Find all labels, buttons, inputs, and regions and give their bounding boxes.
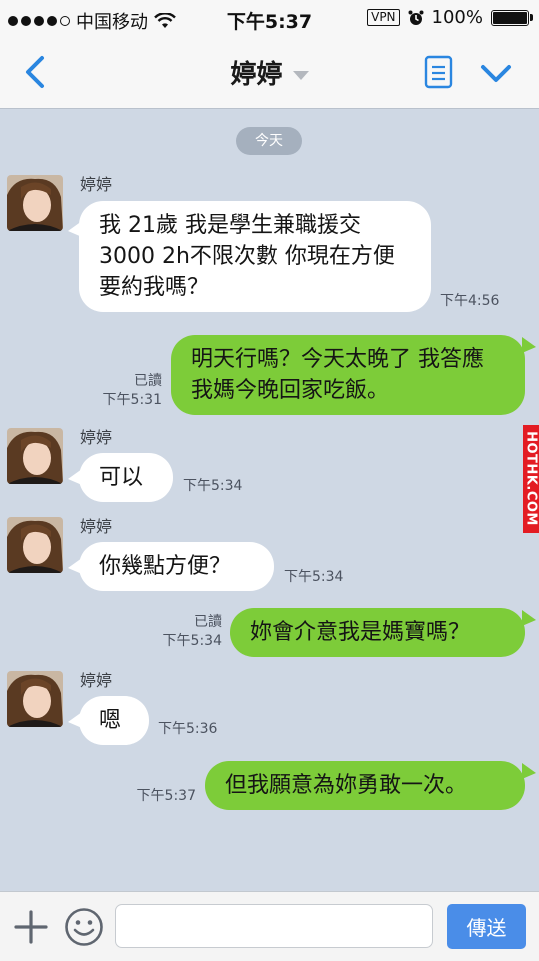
menu-expand-button[interactable] [478, 58, 514, 88]
message-bubble-outgoing[interactable]: 明天行嗎？今天太晚了 我答應我媽今晚回家吃飯。 [171, 335, 525, 415]
note-button[interactable] [424, 54, 454, 90]
message-time: 下午5:34 [183, 478, 243, 494]
read-receipt: 已讀 [134, 373, 162, 389]
bubble-tail [522, 763, 536, 779]
message-bubble-incoming[interactable]: 可以 [79, 453, 173, 502]
plus-icon [14, 910, 48, 944]
smile-icon [65, 908, 103, 946]
avatar[interactable] [7, 517, 63, 573]
avatar-image [7, 671, 63, 727]
message-bubble-incoming[interactable]: 我 21歲 我是學生兼職援交 3000 2h不限次數 你現在方便要約我嗎？ [79, 201, 431, 312]
message-text: 明天行嗎？今天太晚了 我答應我媽今晚回家吃飯。 [191, 347, 484, 403]
message-bubble-outgoing[interactable]: 妳會介意我是媽寶嗎？ [230, 608, 525, 657]
bubble-tail [522, 337, 536, 353]
message-list[interactable]: 今天 婷婷 我 21歲 我是學生兼職援交 3000 2h不限次數 你現在方便要約… [0, 109, 539, 891]
input-bar: 傳送 [0, 891, 539, 961]
message-bubble-incoming[interactable]: 嗯 [79, 696, 149, 745]
message-meta: 已讀 下午5:31 [98, 372, 162, 410]
chat-title-button[interactable]: 婷婷 [0, 54, 539, 91]
message-text: 妳會介意我是媽寶嗎？ [250, 620, 471, 645]
sender-name: 婷婷 [80, 517, 113, 536]
send-button[interactable]: 傳送 [447, 904, 526, 949]
battery-icon [491, 9, 533, 26]
message-input[interactable] [115, 904, 433, 948]
status-right: VPN 100% [367, 7, 533, 28]
avatar[interactable] [7, 671, 63, 727]
message-text: 但我願意為妳勇敢一次。 [225, 773, 468, 798]
avatar-image [7, 428, 63, 484]
message-bubble-outgoing[interactable]: 但我願意為妳勇敢一次。 [205, 761, 525, 810]
message-time: 下午5:37 [136, 788, 196, 804]
avatar[interactable] [7, 428, 63, 484]
message-time: 下午4:56 [440, 293, 500, 309]
message-time: 下午5:34 [162, 633, 222, 649]
avatar-image [7, 517, 63, 573]
battery-percent: 100% [431, 7, 483, 28]
message-text: 可以 [99, 465, 144, 490]
message-time: 下午5:31 [102, 392, 162, 408]
note-icon [424, 55, 453, 89]
status-bar: 中国移动 下午5:37 VPN 100% [0, 0, 539, 36]
add-attachment-button[interactable] [14, 910, 48, 944]
sender-name: 婷婷 [80, 671, 113, 690]
bubble-tail [522, 610, 536, 626]
watermark: HOTHK.COM [523, 425, 539, 533]
message-text: 嗯 [99, 708, 122, 733]
avatar[interactable] [7, 175, 63, 231]
message-meta: 下午5:37 [130, 787, 196, 806]
message-time: 下午5:36 [158, 721, 218, 737]
alarm-icon [408, 10, 424, 25]
sticker-button[interactable] [64, 907, 104, 947]
message-bubble-incoming[interactable]: 你幾點方便？ [79, 542, 274, 591]
sender-name: 婷婷 [80, 428, 113, 447]
caret-down-icon [292, 71, 309, 80]
read-receipt: 已讀 [194, 614, 222, 630]
message-text: 你幾點方便？ [99, 554, 232, 579]
chat-title: 婷婷 [230, 60, 283, 90]
message-meta: 已讀 下午5:34 [158, 613, 222, 651]
avatar-image [7, 175, 63, 231]
date-separator: 今天 [236, 127, 302, 155]
chevron-down-icon [481, 65, 511, 82]
chat-header: 婷婷 [0, 36, 539, 109]
message-time: 下午5:34 [284, 569, 344, 585]
vpn-badge: VPN [367, 9, 400, 26]
watermark-text: HOTHK.COM [523, 431, 539, 526]
message-text: 我 21歲 我是學生兼職援交 3000 2h不限次數 你現在方便要約我嗎？ [99, 213, 395, 300]
sender-name: 婷婷 [80, 175, 113, 194]
